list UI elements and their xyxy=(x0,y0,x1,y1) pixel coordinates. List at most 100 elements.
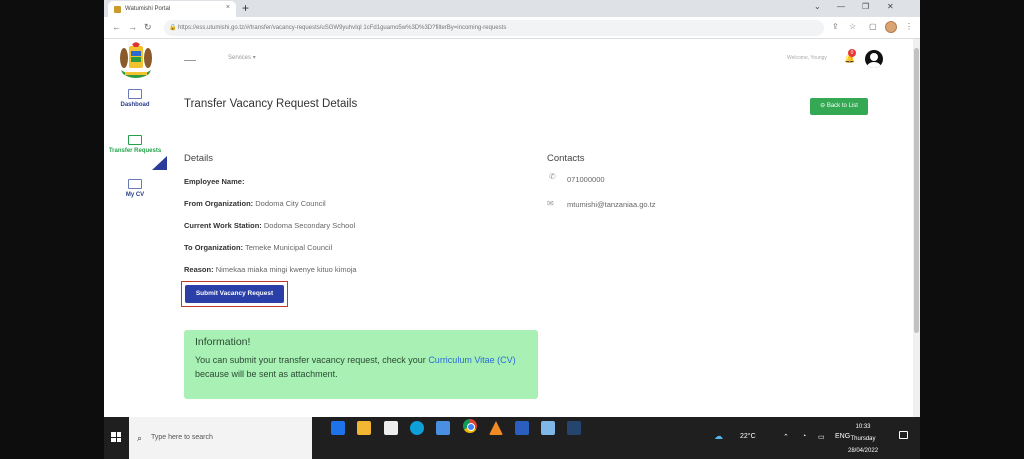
services-label: Services xyxy=(228,55,252,61)
weather-temperature[interactable]: 22°C xyxy=(740,433,756,440)
from-organization-label: From Organization: xyxy=(184,199,254,208)
vlc-icon[interactable] xyxy=(489,421,503,435)
briefcase-icon xyxy=(128,179,142,189)
mail-icon[interactable] xyxy=(436,421,450,435)
chevron-up-icon[interactable]: ⌃ xyxy=(783,433,789,441)
maximize-button[interactable]: ❐ xyxy=(862,2,869,11)
sidepanel-icon[interactable]: ▢ xyxy=(869,22,877,31)
details-heading: Details xyxy=(184,153,214,164)
back-arrow-icon[interactable]: ← xyxy=(112,22,121,32)
work-station-value: Dodoma Secondary School xyxy=(263,221,356,230)
menu-dots-icon[interactable]: ⋮ xyxy=(905,22,913,31)
to-organization-label: To Organization: xyxy=(184,243,244,252)
browser-tab[interactable]: Watumishi Portal × xyxy=(108,1,236,17)
chevron-down-icon: ▾ xyxy=(252,55,256,61)
curriculum-vitae-link[interactable]: Curriculum Vitae (CV) xyxy=(428,355,515,365)
contact-phone: 071000000 xyxy=(567,175,605,184)
screen: Watumishi Portal × + ⌄ — ❐ ✕ ← → ↻ 🔒 htt… xyxy=(104,0,920,459)
submit-highlight-box: Submit Vacancy Request xyxy=(181,281,288,307)
sidebar-item-label: Transfer Requests xyxy=(108,148,162,154)
forward-arrow-icon[interactable]: → xyxy=(128,22,137,32)
sidebar: Dashboad Transfer Requests My CV xyxy=(104,39,167,417)
coat-of-arms-logo xyxy=(120,42,152,78)
sidebar-item-dashboard[interactable]: Dashboad xyxy=(104,89,166,108)
hamburger-menu-icon[interactable] xyxy=(184,60,196,61)
back-to-list-button[interactable]: ⊖ Back to List xyxy=(810,98,868,115)
from-organization-value: Dodoma City Council xyxy=(255,199,326,208)
site-favicon-icon xyxy=(114,5,121,13)
windows-start-icon[interactable] xyxy=(111,432,121,442)
notification-center-icon[interactable] xyxy=(899,431,908,439)
back-to-list-label: Back to List xyxy=(826,103,858,109)
submit-vacancy-request-button[interactable]: Submit Vacancy Request xyxy=(185,285,284,303)
page-title: Transfer Vacancy Request Details xyxy=(184,98,358,110)
chrome-icon[interactable] xyxy=(463,419,477,433)
briefcase-icon xyxy=(128,135,142,145)
reason-label: Reason: xyxy=(184,265,214,274)
share-icon[interactable]: ⇪ xyxy=(832,22,839,31)
bookmark-star-icon[interactable]: ☆ xyxy=(849,22,856,31)
employee-name-field: Employee Name: xyxy=(184,177,244,186)
sidebar-item-label: My CV xyxy=(125,192,145,198)
lock-icon: 🔒 xyxy=(169,25,177,31)
url-input[interactable]: 🔒 https://ess.utumishi.go.tz/#/transfer/… xyxy=(164,20,824,36)
information-text-after: because will be sent as attachment. xyxy=(195,369,338,379)
minimize-button[interactable]: — xyxy=(837,2,845,11)
user-avatar[interactable] xyxy=(865,50,883,68)
wifi-icon[interactable]: ◔ xyxy=(802,433,806,440)
information-text: You can submit your transfer vacancy req… xyxy=(195,353,527,381)
close-window-button[interactable]: ✕ xyxy=(887,2,894,11)
active-indicator xyxy=(152,156,167,170)
windows-taskbar: ⌕ Type here to search ☁ 22°C ⌃ ◔ ▭ ENG 1… xyxy=(104,417,920,459)
welcome-text: Welcome, Youngy xyxy=(787,55,827,61)
contact-email: mtumishi@tanzaniaa.go.tz xyxy=(567,200,656,209)
sidebar-item-label: Dashboad xyxy=(120,102,150,108)
dropbox-icon[interactable] xyxy=(331,421,345,435)
work-station-field: Current Work Station: Dodoma Secondary S… xyxy=(184,221,355,230)
tab-search-icon[interactable]: ⌄ xyxy=(814,2,821,11)
monitor-icon xyxy=(128,89,142,99)
clock-day: Thursday xyxy=(850,436,876,442)
search-placeholder: Type here to search xyxy=(151,434,213,441)
word-icon[interactable] xyxy=(515,421,529,435)
work-station-label: Current Work Station: xyxy=(184,221,262,230)
keyboard-icon[interactable]: ▭ xyxy=(818,433,825,441)
snipping-tool-icon[interactable] xyxy=(567,421,581,435)
clock-time: 10:33 xyxy=(855,424,871,430)
taskbar-search-input[interactable]: ⌕ Type here to search xyxy=(129,417,312,459)
reason-field: Reason: Nimekaa miaka mingi kwenye kituo… xyxy=(184,265,357,274)
system-clock[interactable]: 10:33 Thursday 28/04/2022 xyxy=(848,421,878,457)
information-text-before: You can submit your transfer vacancy req… xyxy=(195,355,426,365)
information-title: Information! xyxy=(195,336,251,348)
sidebar-item-my-cv[interactable]: My CV xyxy=(104,179,166,198)
search-icon: ⌕ xyxy=(137,433,143,443)
information-alert: Information! You can submit your transfe… xyxy=(184,330,538,399)
clock-date: 28/04/2022 xyxy=(848,448,879,454)
new-tab-button[interactable]: + xyxy=(242,1,249,15)
from-organization-field: From Organization: Dodoma City Council xyxy=(184,199,326,208)
tab-close-icon[interactable]: × xyxy=(226,4,230,11)
weather-icon[interactable]: ☁ xyxy=(714,431,723,442)
url-text: https://ess.utumishi.go.tz/#/transfer/va… xyxy=(178,25,507,31)
sidebar-item-transfer-requests[interactable]: Transfer Requests xyxy=(104,135,166,154)
profile-avatar-icon[interactable] xyxy=(885,21,897,33)
envelope-icon: ✉ xyxy=(547,199,554,208)
contacts-heading: Contacts xyxy=(547,153,585,164)
scrollbar-thumb[interactable] xyxy=(914,48,919,333)
address-bar: ← → ↻ 🔒 https://ess.utumishi.go.tz/#/tra… xyxy=(104,17,920,39)
phone-icon: ✆ xyxy=(549,172,556,181)
store-icon[interactable] xyxy=(384,421,398,435)
reload-icon[interactable]: ↻ xyxy=(144,22,152,33)
services-dropdown[interactable]: Services ▾ xyxy=(228,54,256,61)
notification-badge: 0 xyxy=(848,49,856,57)
back-circle-icon: ⊖ xyxy=(820,103,827,109)
file-explorer-icon[interactable] xyxy=(357,421,371,435)
to-organization-field: To Organization: Temeke Municipal Counci… xyxy=(184,243,332,252)
notepad-icon[interactable] xyxy=(541,421,555,435)
edge-icon[interactable] xyxy=(410,421,424,435)
reason-value: Nimekaa miaka mingi kwenye kituo kimoja xyxy=(215,265,357,274)
browser-tabstrip: Watumishi Portal × + ⌄ — ❐ ✕ xyxy=(104,0,920,17)
employee-name-label: Employee Name: xyxy=(184,177,245,186)
to-organization-value: Temeke Municipal Council xyxy=(244,243,333,252)
tab-title: Watumishi Portal xyxy=(125,6,171,12)
